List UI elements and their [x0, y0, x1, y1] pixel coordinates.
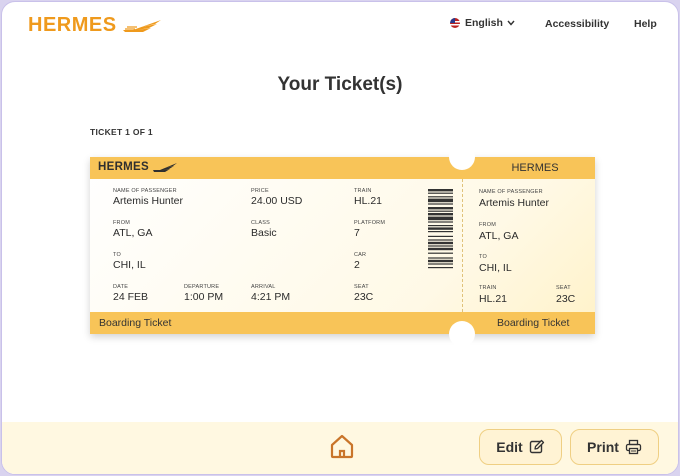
home-icon[interactable]	[328, 432, 356, 460]
barcode-bar	[428, 227, 453, 230]
flag-icon	[450, 18, 460, 28]
train-label: TRAIN	[354, 188, 372, 194]
stub-to-value: CHI, IL	[479, 262, 512, 274]
logo-text: HERMES	[28, 14, 117, 36]
ticket-notch-bottom	[449, 321, 475, 347]
barcode-bar	[428, 221, 453, 223]
bottom-bar: Edit Print	[2, 422, 678, 474]
car-value: 2	[354, 259, 360, 271]
stub-train-label: TRAIN	[479, 285, 497, 291]
barcode-bar	[428, 207, 453, 210]
stub-boarding-ticket-label: Boarding Ticket	[497, 317, 570, 329]
help-link[interactable]: Help	[634, 18, 657, 30]
departure-value: 1:00 PM	[184, 291, 224, 303]
app-window: HERMES English Accessibility Help Your T…	[1, 1, 679, 475]
date-label: DATE	[113, 284, 129, 290]
platform-label: PLATFORM	[354, 220, 386, 226]
to-label: TO	[113, 252, 121, 258]
departure-label: DEPARTURE	[184, 284, 220, 290]
arrival-label: ARRIVAL	[251, 284, 276, 290]
price-label: PRICE	[251, 188, 269, 194]
barcode-bar	[428, 225, 453, 227]
wing-icon	[153, 162, 178, 172]
price-value: 24.00 USD	[251, 195, 303, 207]
barcode-bar	[428, 231, 453, 233]
ticket-brand: HERMES	[98, 161, 150, 173]
barcode-bar	[428, 216, 453, 221]
printer-icon	[625, 439, 642, 455]
from-value: ATL, GA	[113, 227, 153, 239]
wing-icon	[122, 19, 161, 32]
top-nav: HERMES English Accessibility Help	[2, 2, 678, 46]
stub-to-label: TO	[479, 254, 487, 260]
ticket-notch-top	[449, 144, 475, 170]
seat-label: SEAT	[354, 284, 369, 290]
language-selector[interactable]: English	[450, 17, 515, 29]
to-value: CHI, IL	[113, 259, 146, 271]
accessibility-link[interactable]: Accessibility	[545, 18, 609, 30]
boarding-ticket-label: Boarding Ticket	[99, 317, 172, 329]
print-button-label: Print	[587, 439, 619, 455]
platform-value: 7	[354, 227, 360, 239]
stub-train-value: HL.21	[479, 293, 508, 305]
car-label: CAR	[354, 252, 367, 258]
barcode-bar	[428, 239, 453, 241]
ticket-body: HERMES HERMES Boarding Ticket Boarding T…	[90, 157, 595, 334]
date-value: 24 FEB	[113, 291, 149, 303]
page-title: Your Ticket(s)	[277, 74, 403, 95]
stub-from-label: FROM	[479, 222, 496, 228]
stub-passenger-name: Artemis Hunter	[479, 197, 550, 209]
chevron-down-icon	[507, 20, 515, 26]
class-value: Basic	[251, 227, 277, 239]
passenger-label: NAME OF PASSENGER	[113, 188, 177, 194]
barcode-bar	[428, 196, 453, 198]
barcode-bar	[428, 198, 453, 203]
barcode-bar	[428, 241, 453, 245]
train-value: HL.21	[354, 195, 383, 207]
from-label: FROM	[113, 220, 130, 226]
seat-value: 23C	[354, 291, 374, 303]
barcode-bar	[428, 203, 453, 205]
ticket-logo: HERMES	[98, 161, 178, 173]
barcode-bar	[428, 245, 453, 247]
barcode-bar	[428, 213, 453, 216]
passenger-name: Artemis Hunter	[113, 195, 184, 207]
stub-from-value: ATL, GA	[479, 230, 519, 242]
stub-seat-value: 23C	[556, 293, 576, 305]
ticket-count: TICKET 1 OF 1	[90, 127, 153, 137]
edit-button[interactable]: Edit	[479, 429, 562, 465]
boarding-ticket: HERMES HERMES Boarding Ticket Boarding T…	[90, 144, 595, 347]
barcode-bar	[428, 235, 453, 237]
stub-seat-label: SEAT	[556, 285, 571, 291]
stub-passenger-label: NAME OF PASSENGER	[479, 189, 543, 195]
barcode-bar	[428, 257, 453, 259]
print-button[interactable]: Print	[570, 429, 659, 465]
barcode-bar	[428, 192, 453, 194]
logo[interactable]: HERMES	[28, 14, 163, 37]
edit-button-label: Edit	[496, 439, 523, 455]
barcode-bar	[428, 259, 453, 263]
class-label: CLASS	[251, 220, 271, 226]
barcode-bar	[428, 263, 453, 265]
language-label: English	[465, 17, 503, 29]
arrival-value: 4:21 PM	[251, 291, 291, 303]
stub-brand: HERMES	[511, 162, 559, 174]
barcode-bar	[428, 267, 453, 269]
barcode	[428, 189, 453, 269]
barcode-bar	[428, 189, 453, 192]
perforation-line	[462, 179, 463, 312]
edit-icon	[529, 439, 544, 454]
barcode-bar	[428, 210, 453, 212]
barcode-bar	[428, 247, 453, 251]
barcode-bar	[428, 252, 453, 254]
